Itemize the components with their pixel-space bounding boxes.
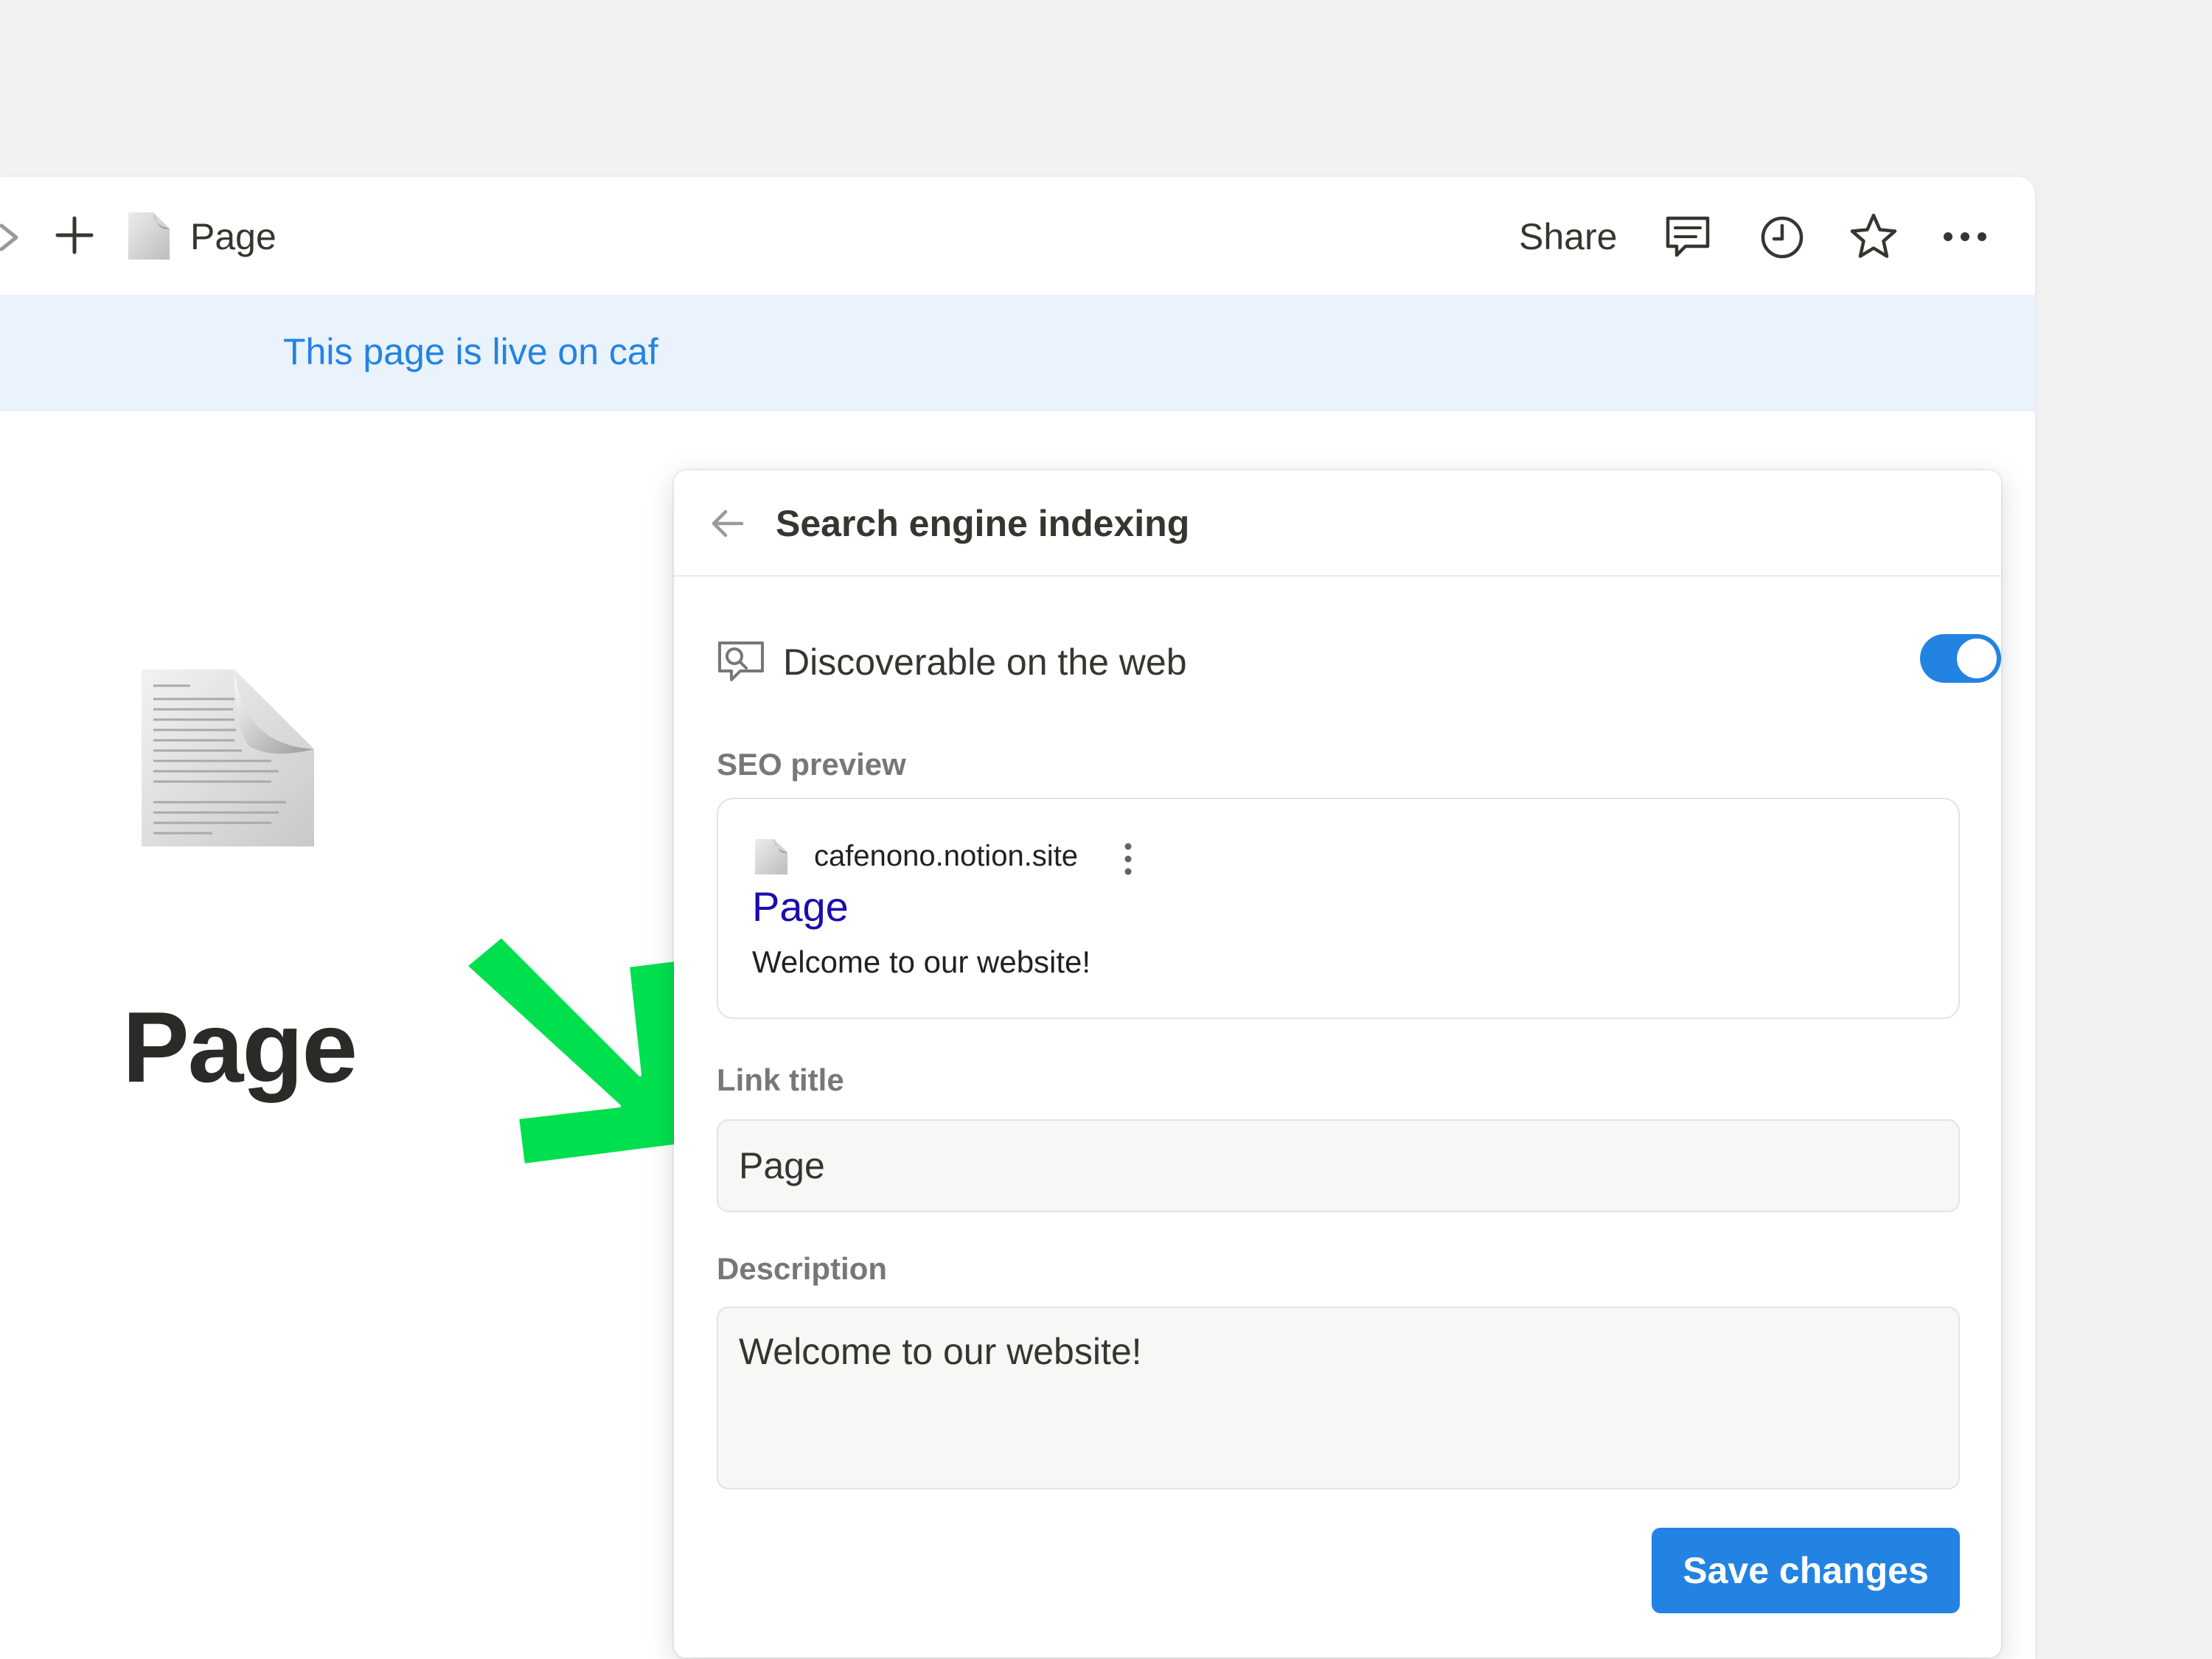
vertical-more-icon: [1124, 843, 1132, 875]
clock-icon[interactable]: [1756, 211, 1808, 262]
more-icon[interactable]: [1939, 211, 1991, 262]
published-banner: This page is live on caf: [0, 295, 2035, 411]
seo-title: Page: [752, 883, 849, 930]
back-arrow-icon[interactable]: [706, 501, 751, 546]
comment-icon[interactable]: [1662, 211, 1714, 262]
seo-preview-card: cafenono.notion.site Page Welcome to our…: [717, 798, 1960, 1019]
seo-preview-label: SEO preview: [717, 747, 906, 782]
discoverable-row: Discoverable on the web: [715, 633, 2001, 692]
description-label: Description: [717, 1251, 888, 1286]
page-document-icon: [128, 212, 170, 260]
search-engine-indexing-panel: Search engine indexing Discoverable on t…: [674, 470, 2001, 1658]
banner-text[interactable]: This page is live on caf: [283, 329, 658, 375]
plus-icon[interactable]: [52, 212, 97, 258]
description-textarea[interactable]: Welcome to our website!: [717, 1307, 1960, 1489]
panel-title: Search engine indexing: [776, 503, 1190, 544]
forward-arrow-icon[interactable]: [0, 218, 27, 257]
panel-header: Search engine indexing: [674, 470, 2001, 577]
notion-window: Page Share This page is live on caf Page…: [0, 177, 2035, 1659]
seo-domain: cafenono.notion.site: [814, 840, 1079, 872]
breadcrumb-page-title[interactable]: Page: [190, 214, 276, 260]
link-title-label: Link title: [717, 1062, 844, 1097]
link-title-input[interactable]: Page: [717, 1119, 1960, 1212]
save-changes-button[interactable]: Save changes: [1652, 1528, 1960, 1613]
discoverable-label: Discoverable on the web: [783, 641, 1187, 683]
seo-description: Welcome to our website!: [752, 945, 1091, 979]
topbar: Page Share: [0, 177, 2035, 295]
share-button[interactable]: Share: [1519, 214, 1617, 260]
toggle-knob: [1957, 639, 1997, 678]
search-bubble-icon: [718, 641, 764, 681]
star-icon[interactable]: [1848, 211, 1899, 262]
discoverable-toggle[interactable]: [1920, 634, 2001, 683]
page-document-icon[interactable]: [124, 664, 338, 885]
page-title[interactable]: Page: [122, 988, 358, 1106]
page-document-icon: [755, 839, 787, 874]
